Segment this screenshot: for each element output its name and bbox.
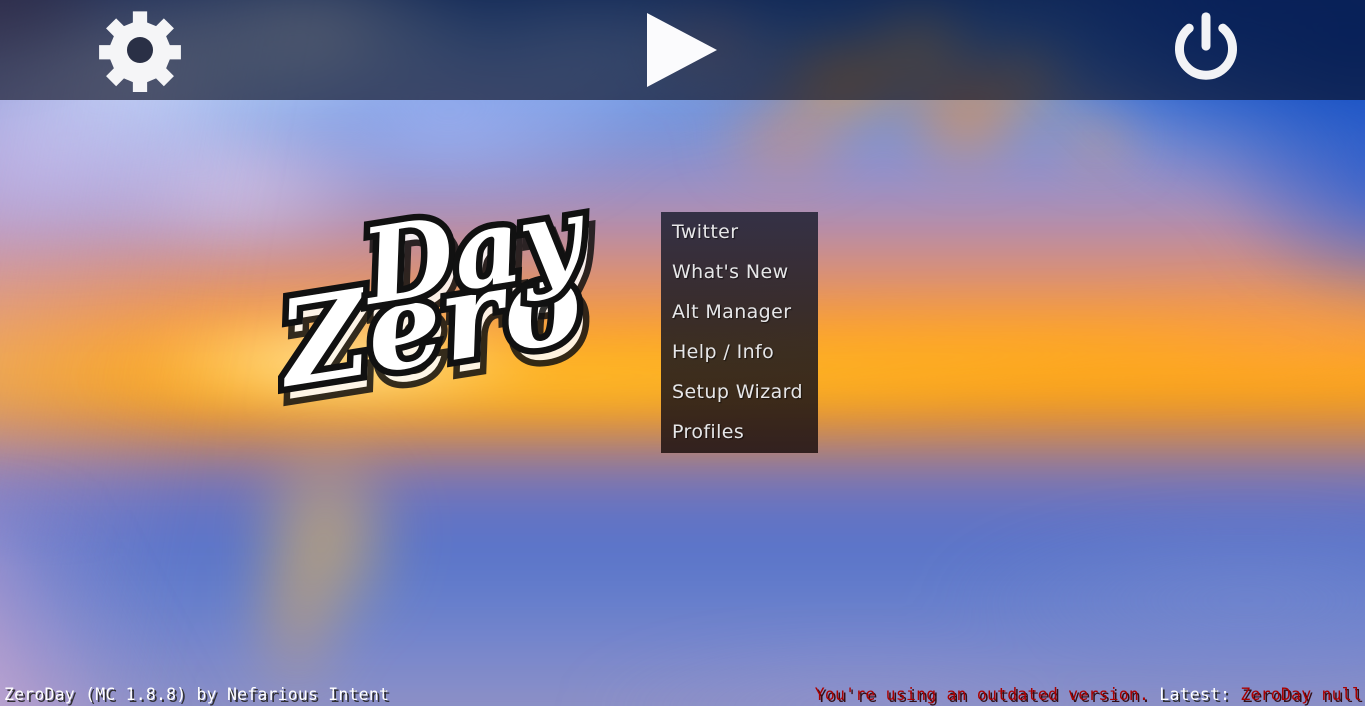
menu-item-setup-wizard[interactable]: Setup Wizard: [661, 372, 818, 412]
menu-item-label: Twitter: [672, 221, 739, 243]
version-credit-text: ZeroDay (MC 1.8.8) by Nefarious Intent: [4, 685, 390, 704]
outdated-warning-label: You're using an outdated version.: [814, 685, 1150, 704]
menu-item-label: Setup Wizard: [672, 381, 803, 403]
play-icon: [644, 11, 720, 89]
menu-item-alt-manager[interactable]: Alt Manager: [661, 292, 818, 332]
power-icon: [1167, 11, 1245, 89]
latest-version-value: ZeroDay null: [1240, 685, 1362, 704]
menu-item-label: What's New: [672, 261, 789, 283]
launcher-window: Day Zero Zero Day Twitter What's New Alt…: [0, 0, 1365, 706]
menu-item-label: Profiles: [672, 421, 745, 443]
update-warning-text: You're using an outdated version. Latest…: [815, 685, 1362, 704]
settings-button[interactable]: [60, 0, 220, 100]
menu-item-help-info[interactable]: Help / Info: [661, 332, 818, 372]
menu-item-label: Help / Info: [672, 341, 775, 363]
power-button[interactable]: [1126, 0, 1286, 100]
play-button[interactable]: [602, 0, 762, 100]
main-menu-panel: Twitter What's New Alt Manager Help / In…: [661, 212, 818, 453]
menu-item-twitter[interactable]: Twitter: [661, 212, 818, 252]
latest-version-label: Latest:: [1149, 685, 1241, 704]
menu-item-label: Alt Manager: [672, 301, 792, 323]
menu-item-profiles[interactable]: Profiles: [661, 412, 818, 452]
menu-item-whats-new[interactable]: What's New: [661, 252, 818, 292]
gear-icon: [98, 8, 182, 92]
top-bar: [0, 0, 1365, 100]
